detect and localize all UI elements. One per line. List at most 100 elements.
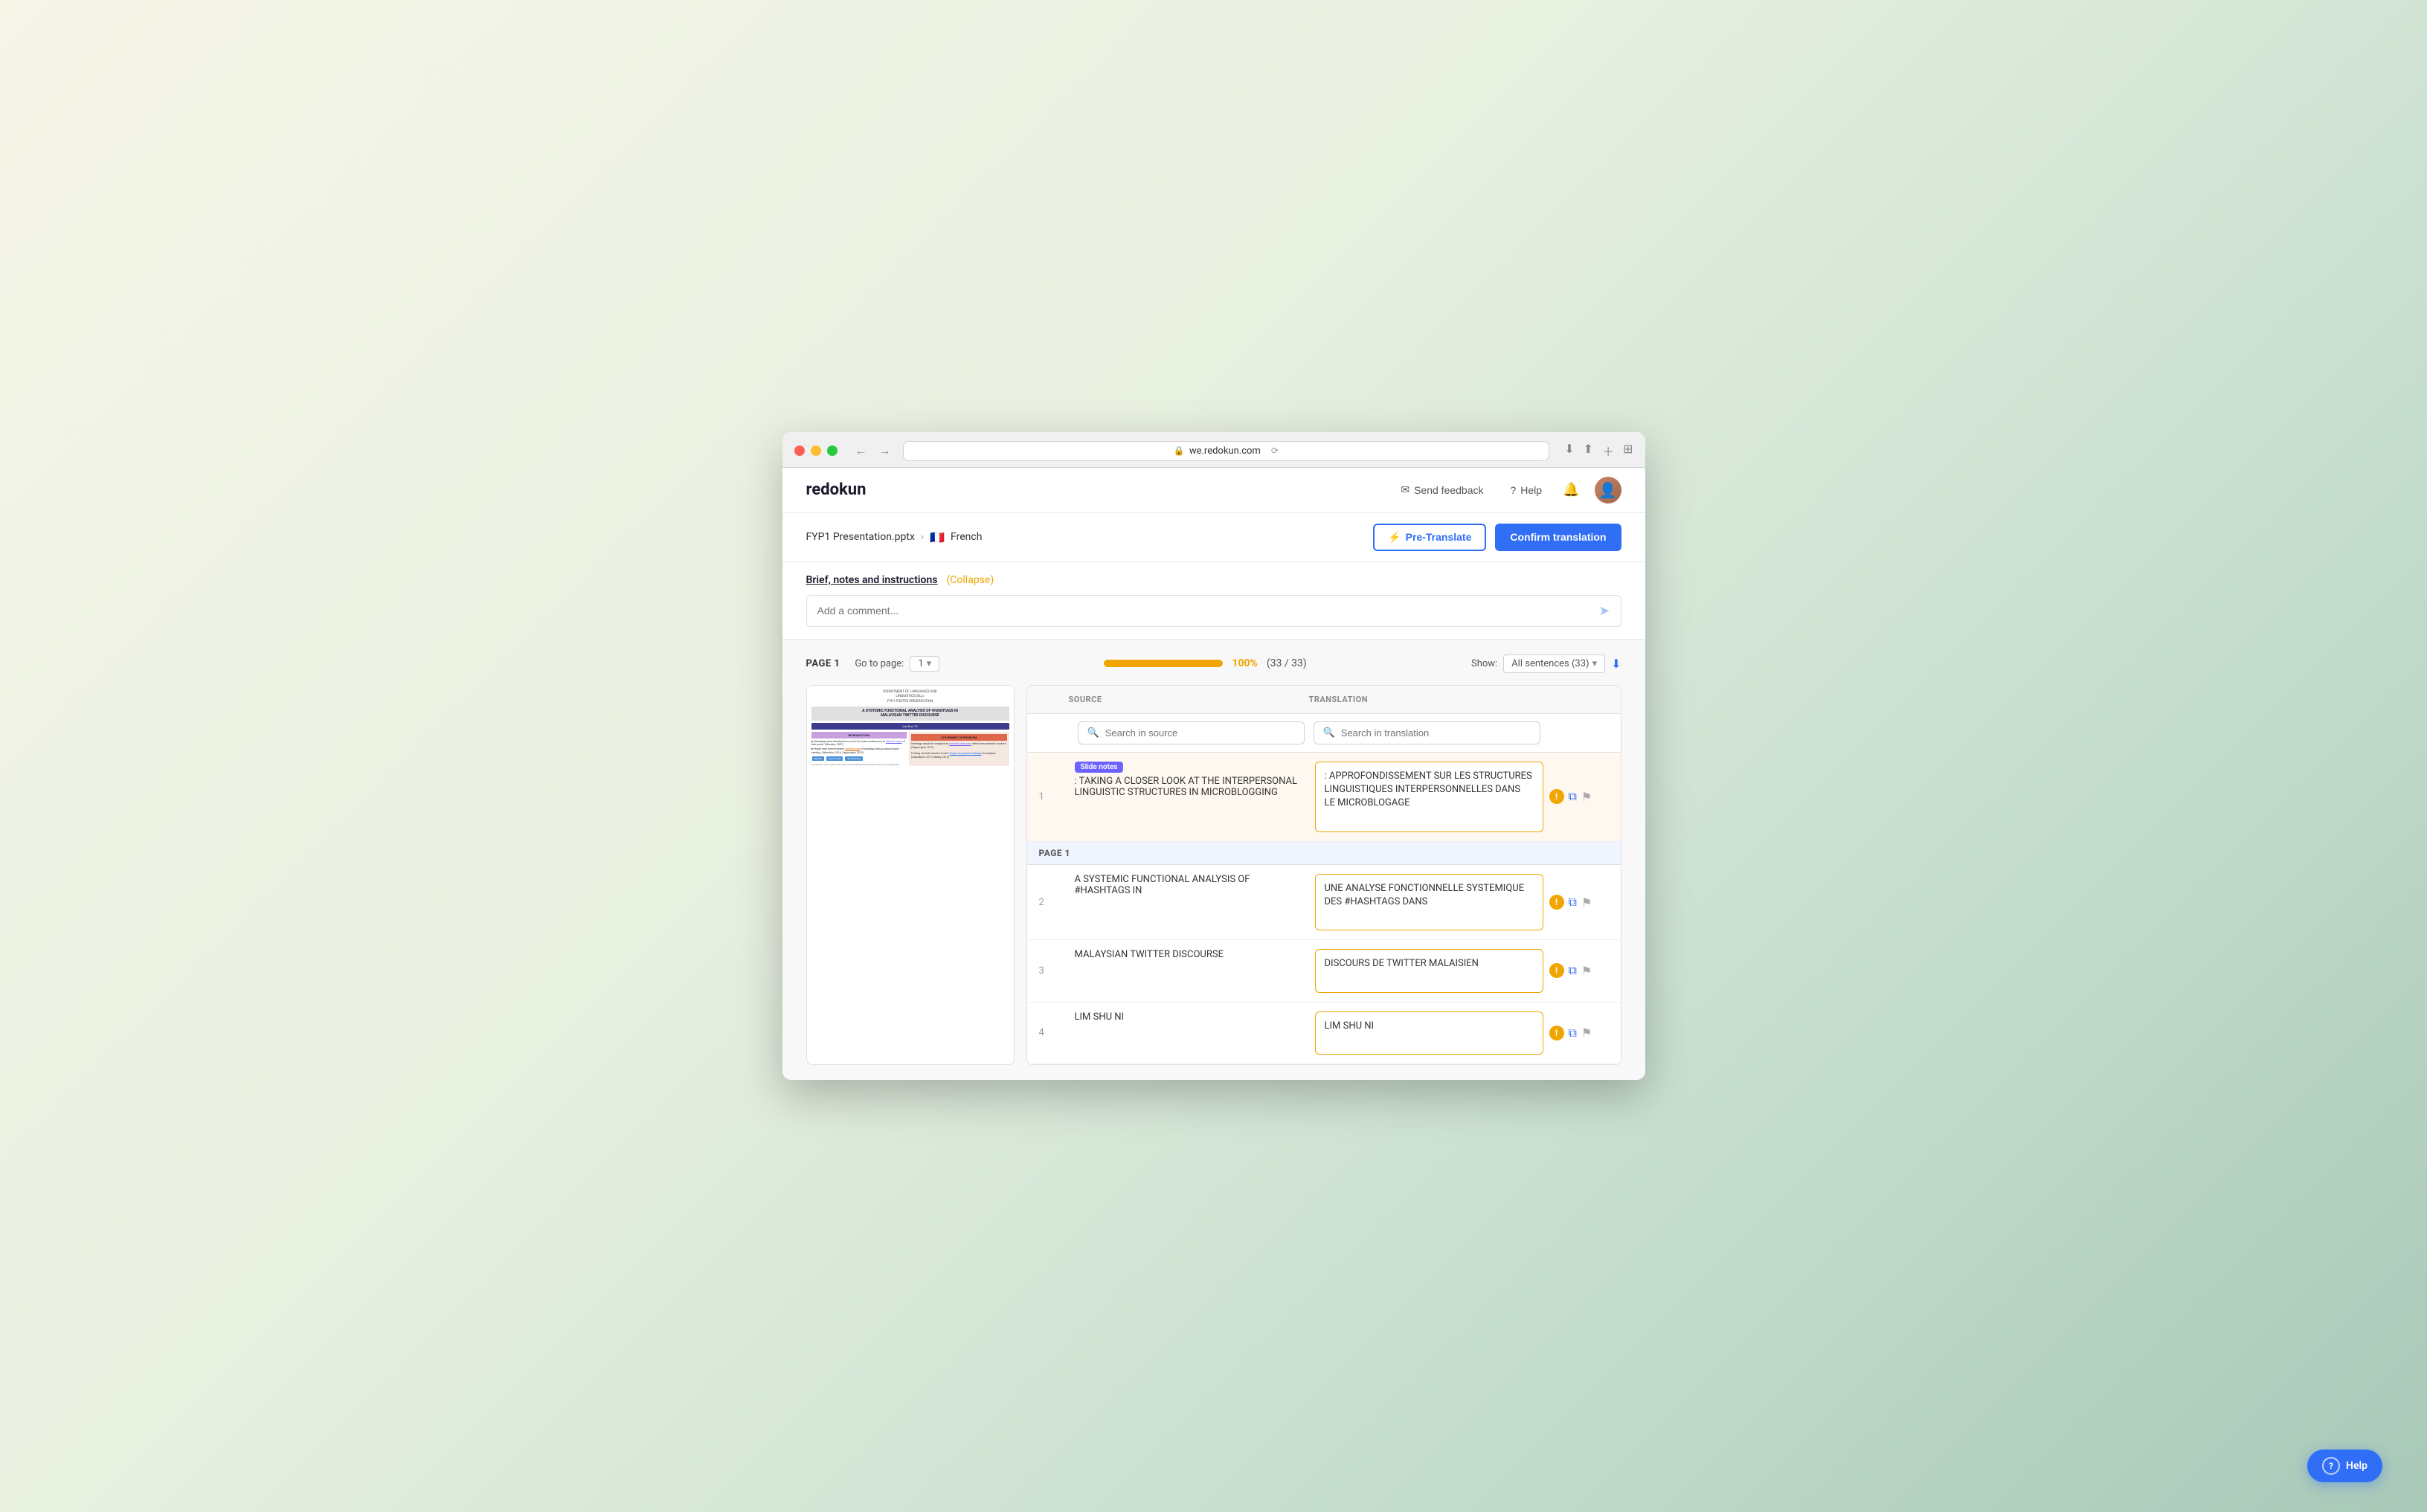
- language-flag: 🇫🇷: [930, 530, 945, 544]
- slide-right-column: STATEMENT OF PROBLEM Hashtags should be …: [909, 732, 1009, 766]
- download-icon[interactable]: ⬇: [1611, 657, 1621, 671]
- lock-icon: 🔒: [1174, 445, 1185, 456]
- notification-button[interactable]: 🔔: [1563, 482, 1579, 498]
- warning-icon-4[interactable]: !: [1549, 1026, 1564, 1040]
- row-actions-3: ! ⧉ ⚑: [1549, 940, 1609, 1001]
- translation-cell-4: [1309, 1003, 1549, 1064]
- source-column-header: SOURCE: [1069, 695, 1309, 704]
- page-label: PAGE 1: [806, 658, 840, 669]
- filter-dropdown[interactable]: All sentences (33) ▾: [1503, 654, 1605, 673]
- row-number-1: 1: [1039, 753, 1069, 841]
- translation-table: SOURCE TRANSLATION 🔍 🔍: [1026, 685, 1621, 1065]
- source-cell-4: LIM SHU NI: [1069, 1003, 1309, 1064]
- source-text-2: A SYSTEMIC FUNCTIONAL ANALYSIS OF #HASHT…: [1075, 874, 1303, 896]
- slide-two-column: INTRODUCTION ■ #Hashtags were introduced…: [811, 732, 1009, 766]
- notes-comment-input[interactable]: [817, 605, 1599, 617]
- translation-column-header: TRANSLATION: [1309, 695, 1549, 704]
- notes-title: Brief, notes and instructions: [806, 574, 938, 586]
- breadcrumb-actions: ⚡ Pre-Translate Confirm translation: [1373, 524, 1621, 551]
- new-tab-icon[interactable]: ＋: [1602, 442, 1614, 460]
- translation-search-wrap: 🔍: [1314, 721, 1540, 744]
- send-feedback-button[interactable]: ✉ Send feedback: [1395, 480, 1489, 499]
- breadcrumb-bar: FYP1 Presentation.pptx › 🇫🇷 French ⚡ Pre…: [782, 513, 1645, 562]
- help-label: Help: [1520, 484, 1542, 496]
- source-text-1: : TAKING A CLOSER LOOK AT THE INTERPERSO…: [1075, 776, 1303, 798]
- translation-search-input[interactable]: [1341, 727, 1531, 739]
- goto-page: Go to page: 1 ▾: [855, 656, 939, 672]
- copy-icon-4[interactable]: ⧉: [1569, 1026, 1577, 1040]
- warning-icon-1[interactable]: !: [1549, 789, 1564, 804]
- slide-footnote: Sometimes I don't quite understand mysel…: [811, 763, 907, 766]
- slide-left-column: INTRODUCTION ■ #Hashtags were introduced…: [811, 732, 907, 766]
- traffic-lights: [794, 445, 838, 456]
- slide-hashtag-row: #Bersih #JomVoting #mmbanning: [811, 756, 907, 762]
- maximize-button[interactable]: [827, 445, 838, 456]
- table-row: 1 Slide notes : TAKING A CLOSER LOOK AT …: [1027, 753, 1621, 842]
- row-actions-2: ! ⧉ ⚑: [1549, 865, 1609, 940]
- downloads-icon[interactable]: ⬇: [1564, 442, 1574, 460]
- slide-main-title: A SYSTEMIC FUNCTIONAL ANALYSIS OF #HASHT…: [814, 709, 1007, 718]
- notes-input-row: ➤: [806, 595, 1621, 627]
- filter-chevron-icon: ▾: [1592, 658, 1598, 669]
- notes-header: Brief, notes and instructions (Collapse): [806, 574, 1621, 586]
- bookmark-icon-3[interactable]: ⚑: [1581, 964, 1592, 978]
- slide-link-box: List first 10: [811, 723, 1009, 730]
- help-fab-button[interactable]: ? Help: [2307, 1450, 2382, 1482]
- copy-icon-1[interactable]: ⧉: [1569, 789, 1577, 804]
- source-cell-1: Slide notes : TAKING A CLOSER LOOK AT TH…: [1069, 753, 1309, 841]
- browser-window: ← → 🔒 we.redokun.com ⟳ ⬇ ⬆ ＋ ⊞ redokun ✉…: [782, 432, 1645, 1080]
- help-button[interactable]: ? Help: [1504, 481, 1548, 499]
- source-search-icon: 🔍: [1087, 727, 1099, 739]
- bookmark-icon-4[interactable]: ⚑: [1581, 1026, 1592, 1040]
- close-button[interactable]: [794, 445, 805, 456]
- translation-cell-2: [1309, 865, 1549, 940]
- minimize-button[interactable]: [811, 445, 821, 456]
- notes-section: Brief, notes and instructions (Collapse)…: [782, 562, 1645, 640]
- send-comment-icon[interactable]: ➤: [1598, 603, 1610, 619]
- bookmark-icon-2[interactable]: ⚑: [1581, 895, 1592, 910]
- thumbnail-panel: DEPARTMENT OF LANGUAGES ANDLINGUISTICS (…: [806, 685, 1015, 1065]
- translation-input-4[interactable]: [1315, 1011, 1543, 1055]
- translation-input-1[interactable]: [1315, 762, 1543, 832]
- notes-collapse-button[interactable]: (Collapse): [947, 574, 994, 586]
- row-actions-1: ! ⧉ ⚑: [1549, 753, 1609, 841]
- problem-text: Hashtags should be analysed as semiotic …: [911, 742, 1007, 750]
- translation-cell-1: [1309, 753, 1549, 841]
- translate-icon: ⟳: [1271, 445, 1279, 456]
- pre-translate-button[interactable]: ⚡ Pre-Translate: [1373, 524, 1486, 551]
- share-icon[interactable]: ⬆: [1584, 442, 1593, 460]
- source-cell-3: MALAYSIAN TWITTER DISCOURSE: [1069, 940, 1309, 1001]
- warning-icon-2[interactable]: !: [1549, 895, 1564, 910]
- question-icon: ?: [1510, 484, 1516, 496]
- row-number-4: 4: [1039, 1003, 1069, 1064]
- progress-bar: [1104, 660, 1223, 667]
- breadcrumb-separator: ›: [921, 531, 924, 543]
- statement-header: STATEMENT OF PROBLEM: [911, 734, 1007, 741]
- grid-icon[interactable]: ⊞: [1623, 442, 1633, 460]
- intro-header: INTRODUCTION: [811, 732, 907, 739]
- breadcrumb-filename[interactable]: FYP1 Presentation.pptx: [806, 531, 915, 543]
- user-avatar[interactable]: 👤: [1595, 477, 1621, 504]
- chevron-down-icon: ▾: [927, 658, 932, 669]
- progress-count: (33 / 33): [1267, 657, 1307, 669]
- app-header: redokun ✉ Send feedback ? Help 🔔 👤: [782, 468, 1645, 513]
- goto-page-number[interactable]: 1 ▾: [910, 656, 939, 672]
- bookmark-icon-1[interactable]: ⚑: [1581, 790, 1592, 804]
- table-header: SOURCE TRANSLATION: [1027, 686, 1621, 714]
- confirm-translation-button[interactable]: Confirm translation: [1495, 524, 1621, 551]
- help-fab-label: Help: [2346, 1460, 2367, 1472]
- hashtag-3: #mmbanning: [845, 756, 863, 761]
- translation-input-3[interactable]: [1315, 949, 1543, 992]
- translation-input-2[interactable]: [1315, 874, 1543, 931]
- source-search-input[interactable]: [1105, 727, 1295, 739]
- copy-icon-2[interactable]: ⧉: [1569, 895, 1577, 910]
- address-bar[interactable]: 🔒 we.redokun.com ⟳: [903, 441, 1550, 461]
- show-filter: Show: All sentences (33) ▾ ⬇: [1471, 654, 1621, 673]
- warning-icon-3[interactable]: !: [1549, 963, 1564, 978]
- slide-title-container: A SYSTEMIC FUNCTIONAL ANALYSIS OF #HASHT…: [811, 707, 1009, 721]
- back-button[interactable]: ←: [852, 442, 870, 460]
- slide-bullet-1: ■ #Hashtags were introduced as a tool fo…: [811, 740, 907, 747]
- copy-icon-3[interactable]: ⧉: [1569, 963, 1577, 978]
- forward-button[interactable]: →: [876, 442, 894, 460]
- slide-dept-text: DEPARTMENT OF LANGUAGES ANDLINGUISTICS (…: [811, 690, 1009, 704]
